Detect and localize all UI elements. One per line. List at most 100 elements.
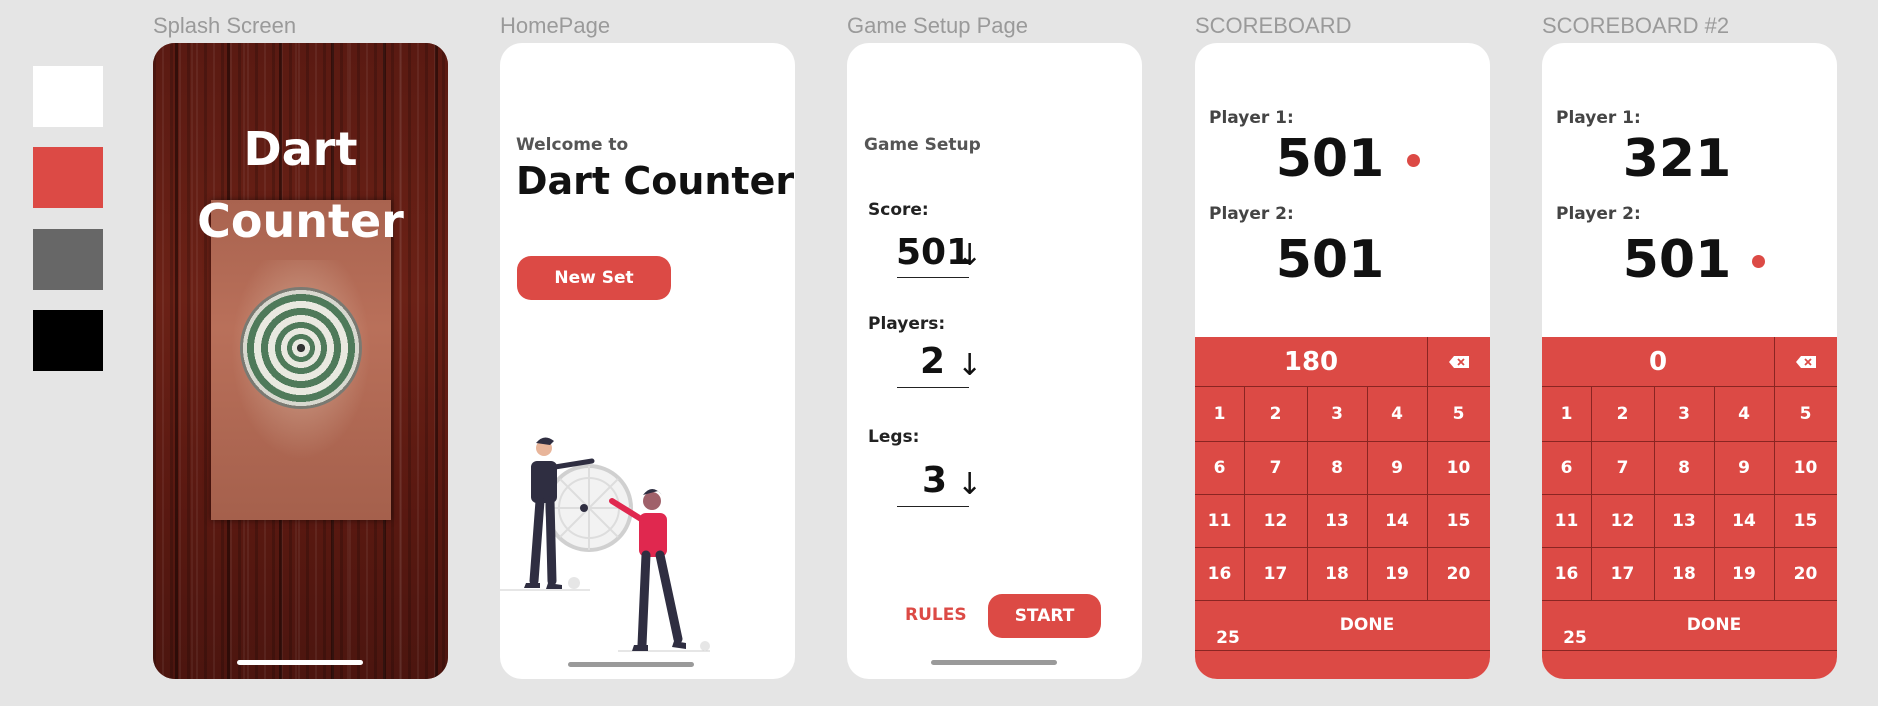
player1-score: 501 — [1275, 129, 1385, 189]
frame-title-splash: Splash Screen — [153, 13, 297, 38]
keypad-key[interactable]: 20 — [1774, 547, 1837, 600]
dartboard-image — [240, 287, 362, 409]
keypad-key[interactable]: 18 — [1307, 547, 1367, 600]
keypad-key[interactable]: 10 — [1427, 441, 1490, 494]
keypad-divider — [1654, 386, 1655, 600]
score-keypad: 180 1 2 3 4 5 6 7 8 9 10 11 12 13 14 15 16 17 18 19 20 25 DON… — [1195, 337, 1490, 679]
active-player-indicator — [1407, 154, 1420, 167]
keypad-divider — [1195, 650, 1490, 651]
splash-app-name-line1: Dart — [243, 122, 358, 176]
score-input-display[interactable]: 180 — [1195, 337, 1427, 386]
frame-title-setup: Game Setup Page — [847, 13, 1029, 38]
scoreboard-2-page: Player 1: 321 Player 2: 501 0 1234567891… — [1542, 43, 1837, 679]
keypad-key[interactable]: 19 — [1367, 547, 1427, 600]
keypad-key[interactable]: 15 — [1774, 494, 1837, 547]
backspace-button[interactable] — [1774, 337, 1837, 386]
player2-score: 501 — [1275, 230, 1385, 290]
keypad-key[interactable]: 8 — [1307, 441, 1367, 494]
keypad-key[interactable]: 3 — [1307, 386, 1367, 441]
keypad-key[interactable]: 10 — [1774, 441, 1837, 494]
keypad-divider — [1774, 386, 1775, 600]
score-keypad: 0 1 2 3 4 5 6 7 8 9 10 11 12 13 14 15 16 17 18 19 20 25 DONE — [1542, 337, 1837, 679]
scoreboard-page: Player 1: 501 Player 2: 501 180 12345 678… — [1195, 43, 1490, 679]
game-setup-page: Game Setup Score: 501 ↓ Players: 2 ↓ Leg… — [847, 43, 1142, 679]
home-page: Welcome to Dart Counter New Set — [500, 43, 795, 679]
players-value: 2 — [920, 341, 946, 382]
keypad-key[interactable]: 20 — [1427, 547, 1490, 600]
setup-heading: Game Setup — [864, 135, 981, 155]
legs-label: Legs: — [868, 427, 920, 447]
player2-score: 501 — [1622, 230, 1732, 290]
swatch-black — [33, 310, 103, 371]
keypad-key[interactable]: 14 — [1367, 494, 1427, 547]
keypad-key[interactable]: 6 — [1195, 441, 1244, 494]
home-indicator — [568, 662, 694, 667]
backspace-icon — [1795, 355, 1816, 368]
keypad-key[interactable]: 5 — [1427, 386, 1490, 441]
done-button[interactable]: DONE — [1591, 600, 1837, 650]
keypad-key[interactable]: 11 — [1195, 494, 1244, 547]
backspace-button[interactable] — [1427, 337, 1490, 386]
player2-label: Player 2: — [1209, 204, 1294, 224]
splash-screen: Dart Counter — [153, 43, 448, 679]
legs-underline — [897, 506, 969, 507]
player1-score: 321 — [1622, 129, 1732, 189]
keypad-key[interactable]: 17 — [1591, 547, 1654, 600]
score-label: Score: — [868, 200, 929, 220]
keypad-key[interactable]: 18 — [1654, 547, 1714, 600]
score-input-display[interactable]: 0 — [1542, 337, 1774, 386]
frame-title-scoreboard-2: SCOREBOARD #2 — [1542, 13, 1730, 38]
keypad-key[interactable]: 17 — [1244, 547, 1307, 600]
start-button[interactable]: START — [988, 594, 1101, 638]
frame-title-home: HomePage — [500, 13, 611, 38]
keypad-divider — [1427, 386, 1428, 600]
frame-title-scoreboard: SCOREBOARD — [1195, 13, 1352, 38]
legs-dropdown-arrow-icon[interactable]: ↓ — [957, 467, 982, 502]
score-dropdown-arrow-icon[interactable]: ↓ — [957, 238, 982, 273]
rules-button[interactable]: RULES — [905, 605, 967, 625]
keypad-key[interactable]: 2 — [1591, 386, 1654, 441]
keypad-key[interactable]: 12 — [1244, 494, 1307, 547]
keypad-key[interactable]: 7 — [1244, 441, 1307, 494]
keypad-key[interactable]: 13 — [1654, 494, 1714, 547]
swatch-red — [33, 147, 103, 208]
keypad-divider — [1774, 337, 1775, 386]
keypad-key[interactable]: 12 — [1591, 494, 1654, 547]
keypad-key[interactable]: 7 — [1591, 441, 1654, 494]
players-dropdown-arrow-icon[interactable]: ↓ — [957, 348, 982, 383]
keypad-divider — [1307, 386, 1308, 600]
keypad-key[interactable]: 1 — [1195, 386, 1244, 441]
keypad-key[interactable]: 9 — [1714, 441, 1774, 494]
keypad-key[interactable]: 15 — [1427, 494, 1490, 547]
keypad-divider — [1427, 337, 1428, 386]
keypad-key[interactable]: 16 — [1195, 547, 1244, 600]
keypad-divider — [1244, 386, 1245, 600]
active-player-indicator — [1752, 255, 1765, 268]
keypad-key[interactable]: 19 — [1714, 547, 1774, 600]
home-indicator — [931, 660, 1057, 665]
keypad-key[interactable]: 16 — [1542, 547, 1591, 600]
keypad-key[interactable]: 1 — [1542, 386, 1591, 441]
keypad-key[interactable]: 2 — [1244, 386, 1307, 441]
keypad-key[interactable]: 3 — [1654, 386, 1714, 441]
swatch-white — [33, 66, 103, 127]
keypad-key[interactable]: 13 — [1307, 494, 1367, 547]
keypad-key[interactable]: 8 — [1654, 441, 1714, 494]
done-button[interactable]: DONE — [1244, 600, 1490, 650]
swatch-grey — [33, 229, 103, 290]
keypad-key[interactable]: 11 — [1542, 494, 1591, 547]
keypad-divider — [1714, 386, 1715, 600]
keypad-key[interactable]: 9 — [1367, 441, 1427, 494]
score-underline — [897, 277, 969, 278]
home-indicator — [237, 660, 363, 665]
splash-app-name: Dart Counter — [153, 113, 448, 257]
keypad-divider — [1591, 386, 1592, 600]
keypad-key[interactable]: 4 — [1714, 386, 1774, 441]
splash-app-name-line2: Counter — [197, 194, 404, 248]
keypad-divider — [1367, 386, 1368, 600]
keypad-key[interactable]: 4 — [1367, 386, 1427, 441]
players-illustration — [500, 437, 710, 652]
keypad-key[interactable]: 14 — [1714, 494, 1774, 547]
keypad-key[interactable]: 5 — [1774, 386, 1837, 441]
keypad-key[interactable]: 6 — [1542, 441, 1591, 494]
